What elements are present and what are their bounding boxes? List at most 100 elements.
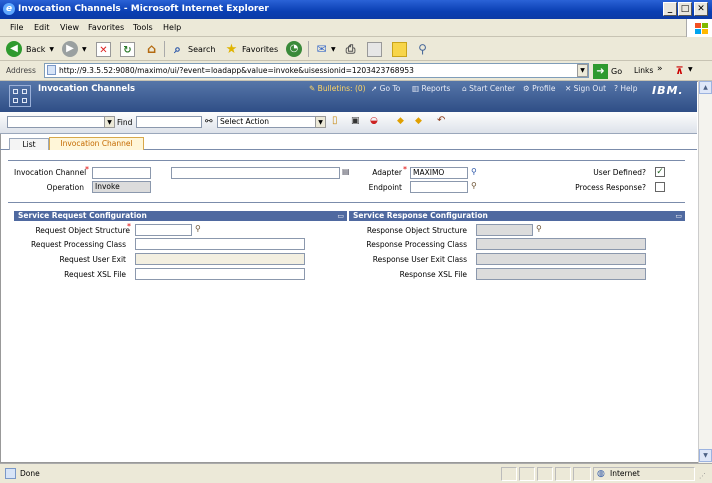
stop-button[interactable]: ✕ (96, 40, 111, 58)
clear-icon[interactable]: ◒ (370, 116, 378, 126)
select-action-arrow[interactable]: ▼ (315, 116, 326, 128)
acrobat-dropdown[interactable]: ▼ (688, 66, 693, 73)
forward-button[interactable]: ▶ ▼ (62, 40, 87, 58)
long-description-icon[interactable]: ▤ (342, 167, 350, 176)
find-field-dropdown[interactable]: ▼ (104, 116, 115, 128)
refresh-button[interactable]: ↻ (120, 40, 135, 58)
research-icon: ⚲ (418, 41, 427, 56)
find-input[interactable] (136, 116, 202, 128)
find-label: Find (117, 118, 133, 127)
response-user-exit-class-label: Response User Exit Class (372, 255, 467, 264)
request-xsl-file-input[interactable] (135, 268, 305, 280)
ie-app-icon: e (3, 3, 15, 15)
scroll-down-arrow[interactable]: ▼ (699, 449, 712, 462)
next-record-icon[interactable]: ◆ (415, 116, 422, 126)
request-processing-class-input[interactable] (135, 238, 305, 250)
address-label: Address (6, 66, 36, 75)
request-user-exit-input[interactable] (135, 253, 305, 265)
section-collapse-icon[interactable]: ▭ (675, 211, 682, 221)
browser-toolbar: ◀ Back ▼ ▶ ▼ ✕ ↻ ⌂ ⌕ Search ★ Favorites … (0, 37, 712, 61)
new-record-icon[interactable]: ▯ (332, 115, 338, 126)
back-button[interactable]: ◀ Back ▼ (6, 40, 54, 58)
find-field-select[interactable] (7, 116, 106, 128)
print-button[interactable]: ⎙ (343, 40, 358, 58)
adapter-input[interactable]: MAXIMO (410, 167, 468, 179)
discuss-button[interactable] (392, 40, 407, 58)
zone-cell: ◍ Internet (593, 467, 695, 481)
search-button[interactable]: ⌕ Search (170, 40, 215, 58)
scroll-up-arrow[interactable]: ▲ (699, 81, 712, 94)
sign-out-link[interactable]: ✕ Sign Out (565, 84, 606, 93)
minimize-button[interactable]: _ (663, 2, 677, 16)
save-icon[interactable]: ▣ (351, 116, 360, 126)
tab-list[interactable]: List (9, 138, 49, 150)
user-defined-label: User Defined? (593, 168, 646, 177)
lookup-icon[interactable]: ⚲ (471, 181, 477, 190)
close-button[interactable]: ✕ (694, 2, 708, 16)
invocation-channel-description-input[interactable] (171, 167, 340, 179)
history-icon: ◔ (286, 41, 302, 57)
refresh-app-icon[interactable]: ↶ (437, 115, 445, 126)
zone-text: Internet (610, 469, 640, 478)
tab-strip: List Invocation Channel (0, 134, 697, 150)
home-icon: ⌂ (146, 41, 157, 57)
response-processing-class-input (476, 238, 646, 250)
history-button[interactable]: ◔ (286, 40, 302, 58)
user-defined-checkbox[interactable]: ✓ (655, 167, 665, 177)
mail-icon: ✉ (316, 41, 327, 56)
ibm-logo: IBM. (652, 84, 684, 97)
status-cell (519, 467, 535, 481)
favorites-button[interactable]: ★ Favorites (224, 40, 278, 58)
menu-view[interactable]: View (60, 23, 79, 32)
form-divider (8, 160, 685, 161)
vertical-scrollbar[interactable]: ▲ ▼ (698, 81, 712, 463)
favorites-star-icon: ★ (225, 41, 238, 57)
adapter-label: Adapter (372, 168, 402, 177)
mail-button[interactable]: ✉ ▼ (314, 40, 335, 58)
status-cell (573, 467, 591, 481)
acrobat-icon[interactable]: ⊼ (672, 64, 687, 79)
bulletins-link[interactable]: ✎ Bulletins: (0) (309, 84, 366, 93)
response-processing-class-label: Response Processing Class (366, 240, 467, 249)
chevron-right-icon[interactable]: » (657, 64, 663, 74)
response-xsl-file-label: Response XSL File (399, 270, 467, 279)
help-link[interactable]: ? Help (614, 84, 637, 93)
profile-link[interactable]: ⚙ Profile (523, 84, 555, 93)
toolbar-separator (164, 41, 165, 57)
links-button[interactable]: Links (634, 66, 653, 75)
binoculars-icon[interactable]: ⚯ (205, 117, 213, 127)
menu-edit[interactable]: Edit (34, 23, 50, 32)
tab-invocation-channel[interactable]: Invocation Channel (49, 137, 144, 150)
invocation-channel-input[interactable] (92, 167, 151, 179)
messenger-button[interactable]: ⚲ (415, 40, 430, 58)
address-dropdown[interactable]: ▼ (577, 64, 588, 77)
previous-record-icon[interactable]: ◆ (397, 116, 404, 126)
goto-link[interactable]: ➚ Go To (371, 84, 400, 93)
section-collapse-icon[interactable]: ▭ (337, 211, 344, 221)
forward-arrow-icon: ▶ (62, 41, 78, 57)
address-input[interactable]: http://9.3.5.52:9080/maximo/ui/?event=lo… (44, 63, 589, 78)
request-object-structure-label: Request Object Structure (35, 226, 130, 235)
request-object-structure-input[interactable] (135, 224, 192, 236)
menu-file[interactable]: File (10, 23, 23, 32)
home-button[interactable]: ⌂ (144, 40, 159, 58)
process-response-checkbox[interactable] (655, 182, 665, 192)
resize-grip-icon[interactable]: ⋰ (699, 472, 706, 480)
toolbar-separator (308, 41, 309, 57)
menu-help[interactable]: Help (163, 23, 181, 32)
response-user-exit-class-input (476, 253, 646, 265)
start-center-link[interactable]: ⌂ Start Center (462, 84, 515, 93)
lookup-icon[interactable]: ⚲ (195, 224, 201, 233)
status-bar: Done ◍ Internet ⋰ (0, 463, 712, 483)
go-button[interactable]: ➜ Go (593, 62, 622, 80)
edit-button[interactable] (367, 40, 382, 58)
select-action-dropdown[interactable]: Select Action (217, 116, 317, 128)
endpoint-input[interactable] (410, 181, 468, 193)
maximize-button[interactable]: □ (678, 2, 692, 16)
reports-link[interactable]: ▥ Reports (412, 84, 450, 93)
menu-favorites[interactable]: Favorites (88, 23, 124, 32)
menu-tools[interactable]: Tools (133, 23, 153, 32)
lookup-icon[interactable]: ⚲ (536, 224, 542, 233)
detail-search-icon[interactable]: ⚲ (471, 167, 477, 176)
request-section-header: Service Request Configuration ▭ (14, 211, 347, 221)
